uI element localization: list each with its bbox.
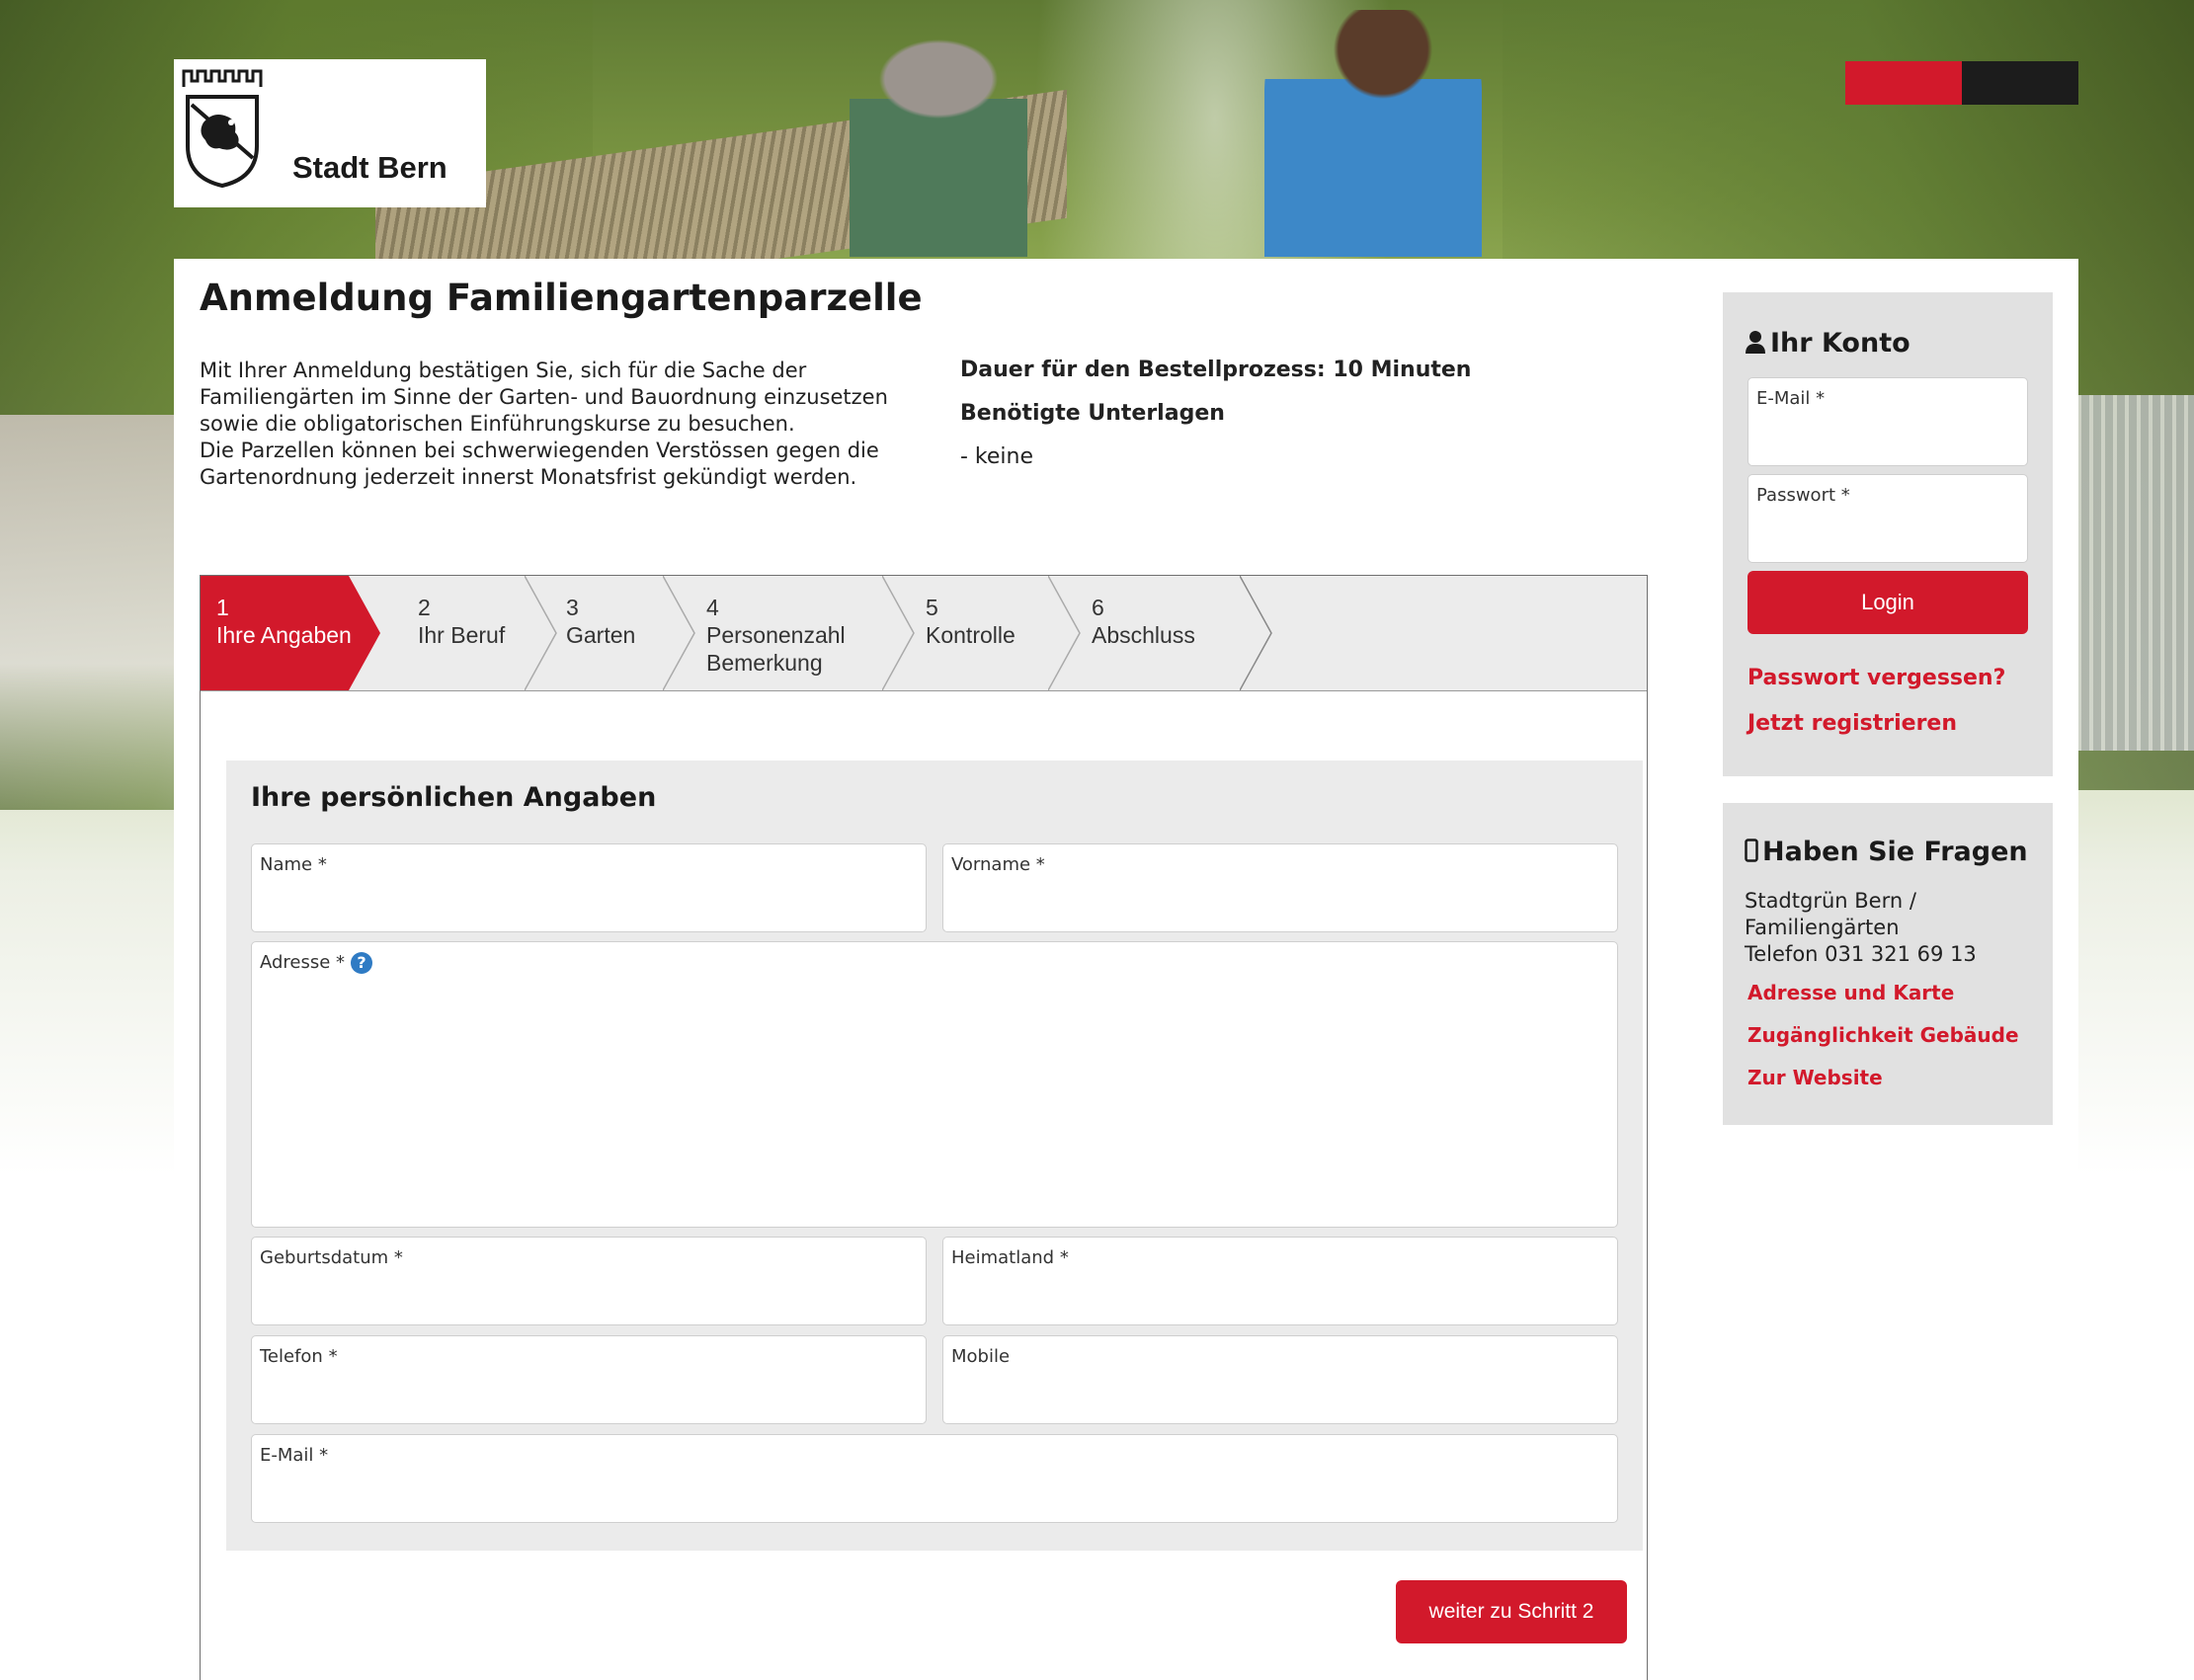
name-input[interactable]	[260, 884, 918, 925]
telefon-input[interactable]	[260, 1376, 918, 1417]
login-email-label: E-Mail *	[1756, 388, 1826, 409]
logo-text: Stadt Bern	[292, 150, 447, 185]
building-access-link[interactable]: Zugänglichkeit Gebäude	[1747, 1023, 2019, 1047]
step-2-ihr-beruf[interactable]: 2 Ihr Beruf	[380, 576, 557, 690]
bern-bear-shield-icon	[186, 95, 259, 188]
contact-phone: Telefon 031 321 69 13	[1745, 942, 1977, 966]
phone-icon	[1745, 839, 1758, 862]
flag-red-stripe	[1845, 61, 1962, 105]
form-title: Ihre persönlichen Angaben	[251, 782, 657, 813]
address-map-link[interactable]: Adresse und Karte	[1747, 981, 1954, 1004]
step-2-text: 2 Ihr Beruf	[380, 594, 528, 649]
contact-line-2: Familiengärten	[1745, 916, 1900, 939]
stadt-bern-logo[interactable]: Stadt Bern	[174, 59, 486, 207]
name-field[interactable]: Name *	[251, 843, 927, 932]
name-label: Name *	[260, 854, 327, 875]
duration-text: Dauer für den Bestellprozess: 10 Minuten	[960, 358, 1472, 382]
email-input[interactable]	[260, 1475, 1609, 1516]
step-5-kontrolle[interactable]: 5 Kontrolle	[886, 576, 1081, 690]
walker-right	[1264, 10, 1482, 257]
login-email-field[interactable]: E-Mail *	[1747, 377, 2028, 466]
heimatland-input[interactable]	[951, 1277, 1609, 1319]
questions-panel: Haben Sie Fragen Stadtgrün Bern / Famili…	[1723, 803, 2053, 1125]
adresse-label: Adresse *	[260, 952, 346, 973]
registration-wizard: 1 Ihre Angaben 2 Ihr Beruf 3 Garten 4 Pe…	[200, 575, 1648, 1680]
user-icon	[1746, 331, 1765, 354]
step-label: Abschluss	[1092, 622, 1195, 648]
email-label: E-Mail *	[260, 1445, 329, 1466]
step-3-garten[interactable]: 3 Garten	[528, 576, 695, 690]
account-title-wrap: Ihr Konto	[1745, 328, 1910, 359]
mobile-field[interactable]: Mobile	[942, 1335, 1618, 1424]
flag-black-stripe	[1962, 61, 2078, 105]
heimatland-label: Heimatland *	[951, 1247, 1069, 1268]
walker-left	[850, 40, 1027, 257]
intro-paragraph-1: Mit Ihrer Anmeldung bestätigen Sie, sich…	[200, 359, 888, 436]
website-link[interactable]: Zur Website	[1747, 1066, 1883, 1089]
register-link[interactable]: Jetzt registrieren	[1747, 711, 1957, 736]
intro-paragraph-2: Die Parzellen können bei schwerwiegenden…	[200, 439, 879, 489]
mobile-label: Mobile	[951, 1346, 1011, 1367]
account-title: Ihr Konto	[1770, 328, 1910, 359]
geburtsdatum-field[interactable]: Geburtsdatum *	[251, 1237, 927, 1325]
login-email-input[interactable]	[1756, 418, 2019, 459]
heimatland-field[interactable]: Heimatland *	[942, 1237, 1618, 1325]
step-4-text: 4 Personenzahl Bemerkung	[667, 594, 886, 677]
adresse-label-wrap: Adresse *?	[260, 952, 373, 974]
step-1-text: 1 Ihre Angaben	[201, 594, 380, 649]
adresse-input[interactable]	[260, 982, 1609, 1221]
mobile-input[interactable]	[951, 1376, 1609, 1417]
intro-text: Mit Ihrer Anmeldung bestätigen Sie, sich…	[200, 358, 891, 491]
step-5-text: 5 Kontrolle	[886, 594, 1052, 649]
questions-title: Haben Sie Fragen	[1762, 837, 2028, 867]
vorname-input[interactable]	[951, 884, 1609, 925]
step-separator-icon	[1240, 576, 1272, 690]
questions-title-wrap: Haben Sie Fragen	[1745, 837, 2028, 867]
documents-label: Benötigte Unterlagen	[960, 401, 1225, 426]
help-icon[interactable]: ?	[351, 952, 373, 974]
contact-line-1: Stadtgrün Bern /	[1745, 889, 1916, 913]
wizard-steps: 1 Ihre Angaben 2 Ihr Beruf 3 Garten 4 Pe…	[201, 576, 1647, 691]
login-password-input[interactable]	[1756, 515, 2019, 556]
login-button[interactable]: Login	[1747, 571, 2028, 634]
telefon-field[interactable]: Telefon *	[251, 1335, 927, 1424]
step-label: Ihre Angaben	[216, 622, 352, 648]
step-number: 4	[706, 595, 719, 620]
step-number: 1	[216, 595, 229, 620]
step-4-personenzahl[interactable]: 4 Personenzahl Bemerkung	[667, 576, 915, 690]
geburtsdatum-input[interactable]	[260, 1277, 918, 1319]
step-label: Garten	[566, 622, 636, 648]
step-label: Ihr Beruf	[418, 622, 506, 648]
login-password-field[interactable]: Passwort *	[1747, 474, 2028, 563]
documents-value: - keine	[960, 444, 1034, 469]
next-step-button[interactable]: weiter zu Schritt 2	[1396, 1580, 1627, 1643]
crown-icon	[182, 69, 263, 87]
vorname-field[interactable]: Vorname *	[942, 843, 1618, 932]
step-number: 2	[418, 595, 431, 620]
rail-right	[2066, 395, 2194, 751]
contact-info: Stadtgrün Bern / Familiengärten Telefon …	[1745, 888, 2041, 968]
forgot-password-link[interactable]: Passwort vergessen?	[1747, 666, 2005, 690]
step-number: 3	[566, 595, 579, 620]
email-field[interactable]: E-Mail *	[251, 1434, 1618, 1523]
step-label: Personenzahl	[706, 622, 846, 648]
telefon-label: Telefon *	[260, 1346, 338, 1367]
geburtsdatum-label: Geburtsdatum *	[260, 1247, 403, 1268]
step-number: 6	[1092, 595, 1104, 620]
personal-data-form: Ihre persönlichen Angaben Name * Vorname…	[226, 760, 1643, 1551]
vorname-label: Vorname *	[951, 854, 1045, 875]
page-title: Anmeldung Familiengartenparzelle	[200, 277, 923, 319]
step-label-2: Bemerkung	[706, 650, 823, 676]
step-6-abschluss[interactable]: 6 Abschluss	[1052, 576, 1272, 690]
adresse-field[interactable]: Adresse *?	[251, 941, 1618, 1228]
step-number: 5	[926, 595, 938, 620]
login-password-label: Passwort *	[1756, 485, 1850, 506]
step-3-text: 3 Garten	[528, 594, 667, 649]
step-label: Kontrolle	[926, 622, 1016, 648]
step-6-text: 6 Abschluss	[1052, 594, 1244, 649]
account-panel: Ihr Konto E-Mail * Passwort * Login Pass…	[1723, 292, 2053, 776]
step-1-ihre-angaben[interactable]: 1 Ihre Angaben	[201, 576, 380, 690]
